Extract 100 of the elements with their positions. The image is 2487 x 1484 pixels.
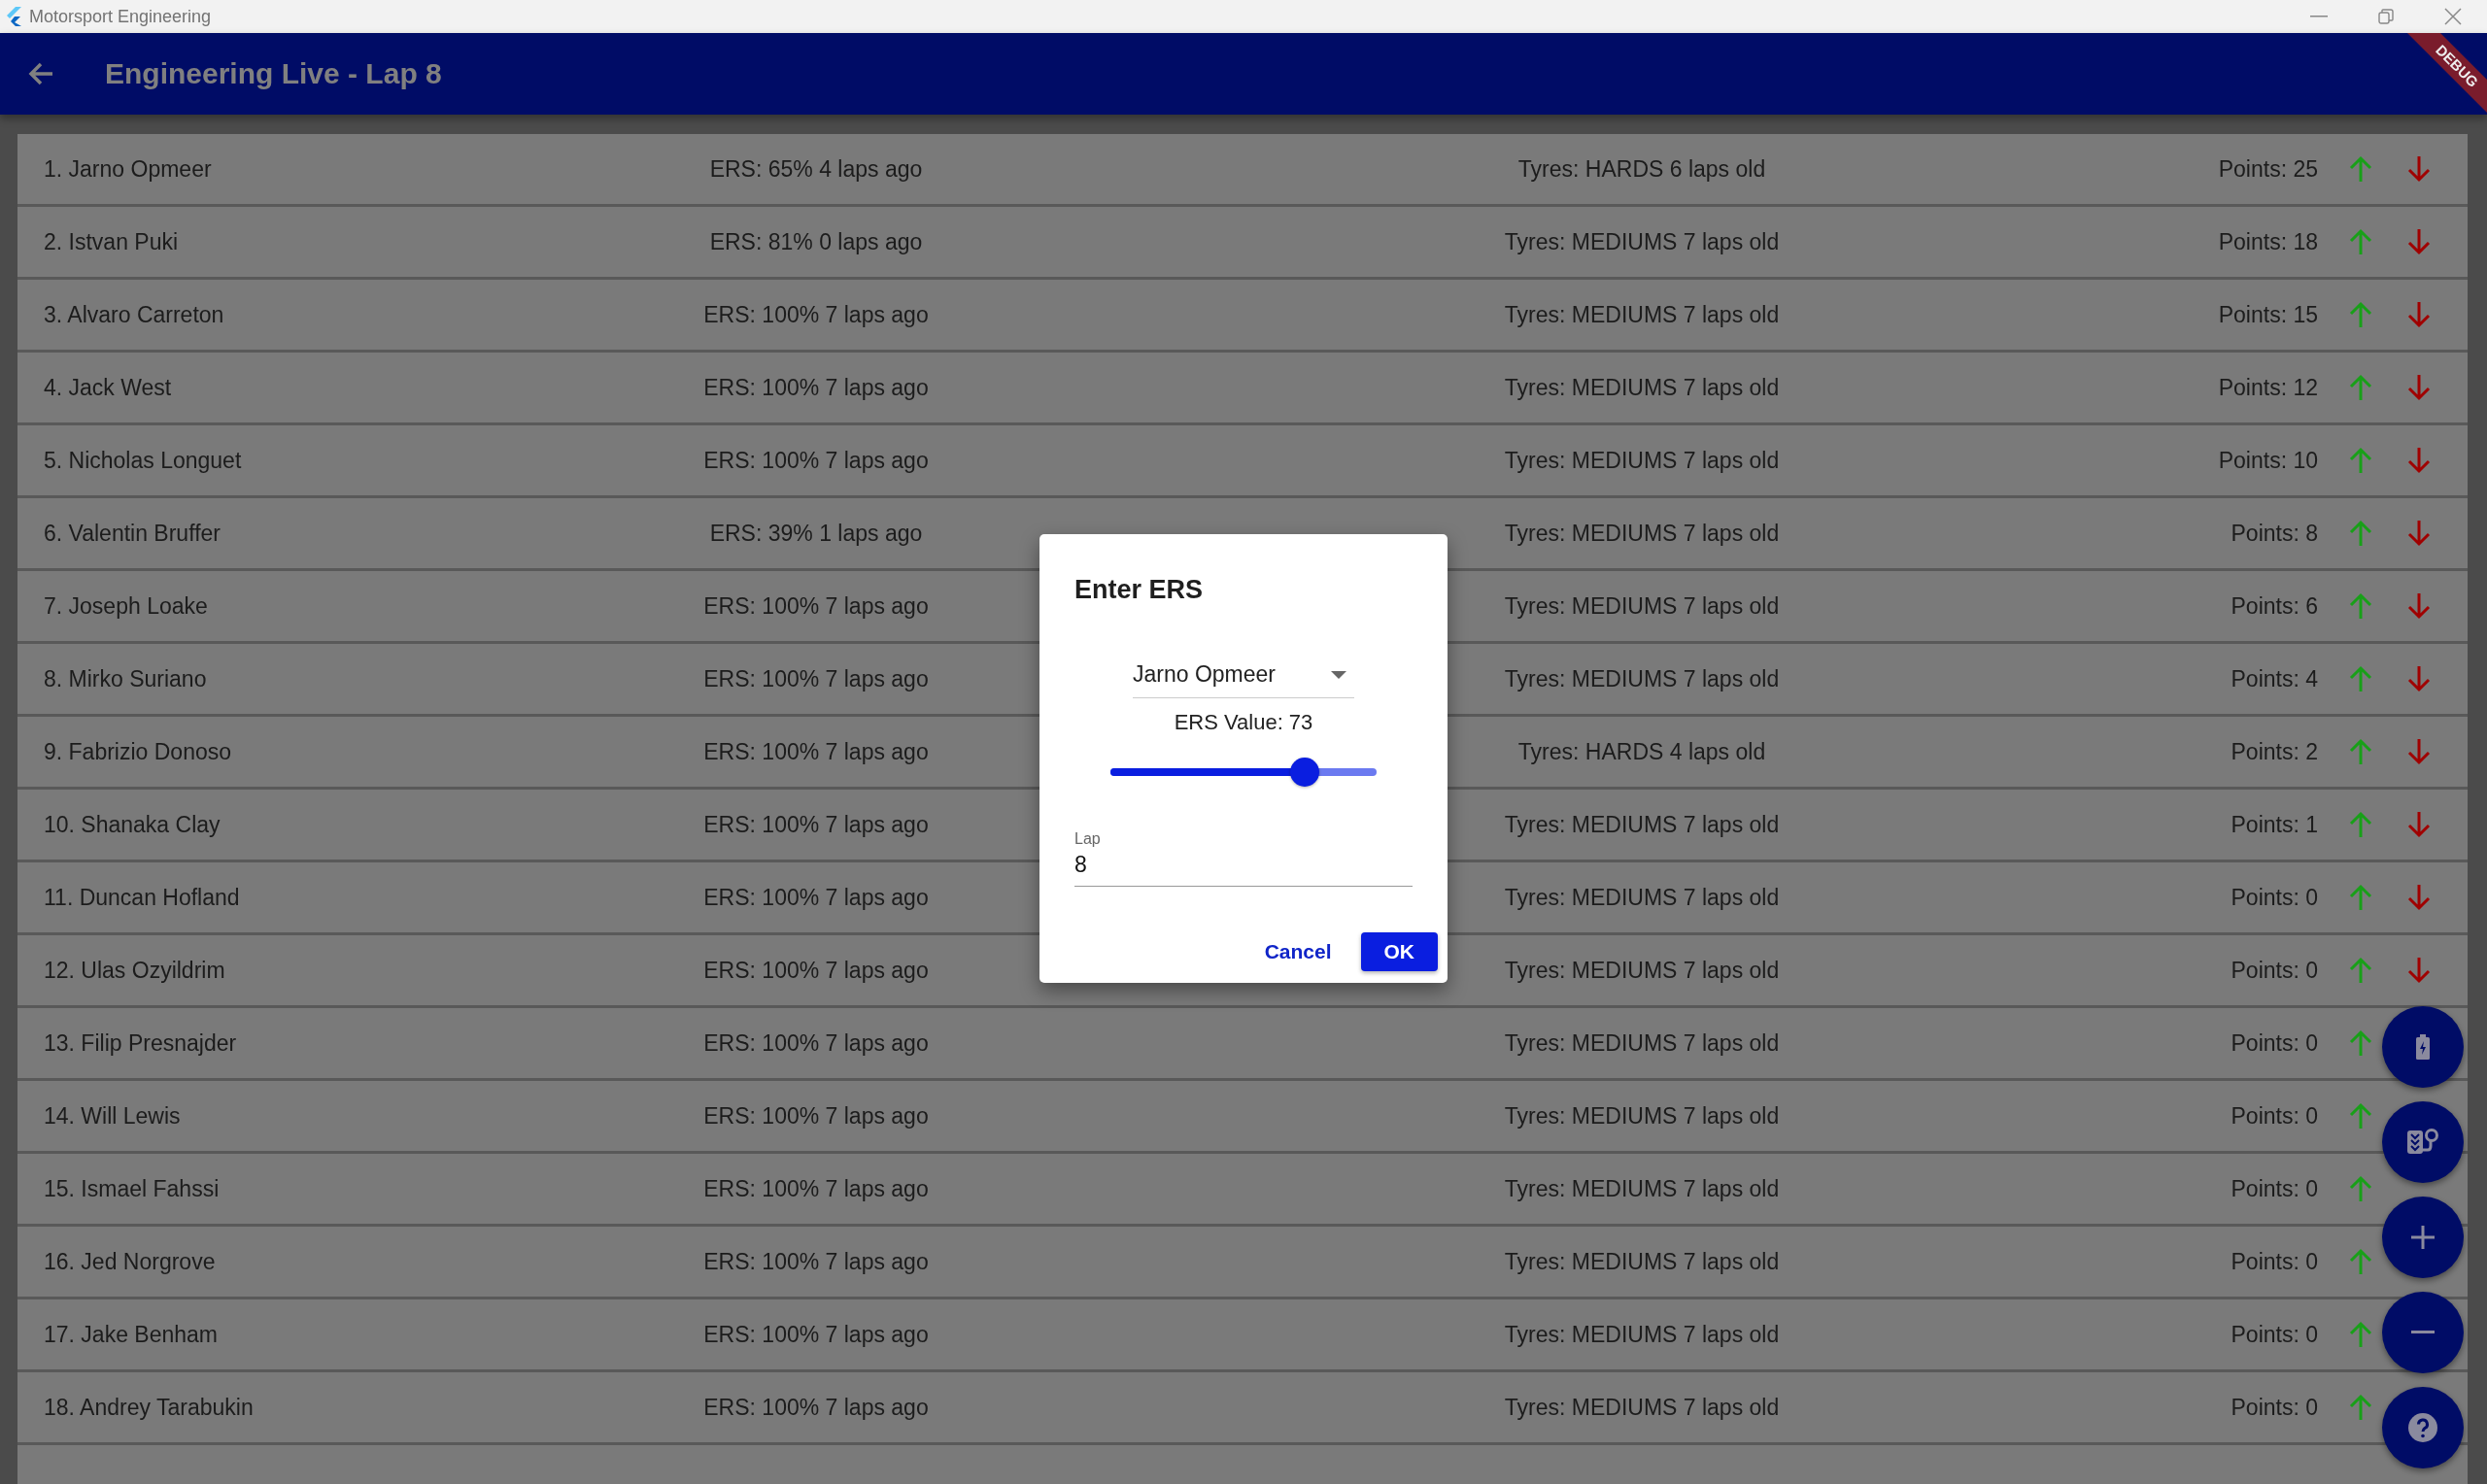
points-text: Points: 0: [2231, 1175, 2319, 1202]
cancel-button[interactable]: Cancel: [1254, 932, 1342, 971]
dropdown-caret-icon: [1331, 670, 1346, 679]
dialog-title: Enter ERS: [1074, 575, 1205, 605]
tyre-status: Tyres: MEDIUMS 7 laps old: [1504, 1175, 1780, 1202]
up-arrow-icon[interactable]: [2349, 884, 2372, 911]
up-arrow-icon[interactable]: [2349, 811, 2372, 838]
driver-name: 15. Ismael Fahssi: [44, 1175, 220, 1202]
driver-name: 5. Nicholas Longuet: [44, 447, 242, 474]
down-arrow-icon[interactable]: [2407, 301, 2431, 328]
ers-status: ERS: 100% 7 laps ago: [703, 1248, 929, 1275]
up-arrow-icon[interactable]: [2349, 957, 2372, 984]
points-text: Points: 1: [2231, 811, 2319, 838]
driver-name: 12. Ulas Ozyildrim: [44, 957, 225, 984]
points-text: Points: 18: [2218, 228, 2319, 255]
down-arrow-icon[interactable]: [2407, 665, 2431, 692]
points-text: Points: 10: [2218, 447, 2319, 474]
up-arrow-icon[interactable]: [2349, 1321, 2372, 1348]
points-text: Points: 0: [2231, 884, 2319, 911]
driver-name: 4. Jack West: [44, 374, 172, 401]
back-arrow-icon[interactable]: [28, 62, 53, 85]
down-arrow-icon[interactable]: [2407, 228, 2431, 255]
up-arrow-icon[interactable]: [2349, 1102, 2372, 1130]
down-arrow-icon[interactable]: [2407, 811, 2431, 838]
driver-name: 8. Mirko Suriano: [44, 665, 207, 692]
up-arrow-icon[interactable]: [2349, 738, 2372, 765]
points-text: Points: 8: [2231, 520, 2319, 547]
points-text: Points: 15: [2218, 301, 2319, 328]
ers-status: ERS: 39% 1 laps ago: [709, 520, 923, 547]
tyre-status: Tyres: MEDIUMS 7 laps old: [1504, 1248, 1780, 1275]
ers-status: ERS: 81% 0 laps ago: [709, 228, 923, 255]
ok-button[interactable]: OK: [1360, 932, 1438, 971]
ers-status: ERS: 100% 7 laps ago: [703, 374, 929, 401]
tyre-status: Tyres: MEDIUMS 7 laps old: [1504, 301, 1780, 328]
points-text: Points: 2: [2231, 738, 2319, 765]
close-icon[interactable]: [2444, 8, 2462, 25]
points-text: Points: 0: [2231, 1102, 2319, 1130]
driver-name: 6. Valentin Bruffer: [44, 520, 221, 547]
points-text: Points: 6: [2231, 592, 2319, 620]
up-arrow-icon[interactable]: [2349, 155, 2372, 183]
up-arrow-icon[interactable]: [2349, 228, 2372, 255]
up-arrow-icon[interactable]: [2349, 592, 2372, 620]
driver-name: 13. Filip Presnajder: [44, 1029, 237, 1057]
down-arrow-icon[interactable]: [2407, 884, 2431, 911]
slider-thumb[interactable]: [1290, 758, 1319, 787]
up-arrow-icon[interactable]: [2349, 1029, 2372, 1057]
app-logo-icon: [6, 7, 21, 26]
points-text: Points: 12: [2218, 374, 2319, 401]
tyre-status: Tyres: HARDS 4 laps old: [1517, 738, 1766, 765]
driver-dropdown[interactable]: Jarno Opmeer: [1133, 658, 1354, 698]
tyre-status: Tyres: HARDS 6 laps old: [1517, 155, 1766, 183]
ers-status: ERS: 100% 7 laps ago: [703, 592, 929, 620]
tyre-status: Tyres: MEDIUMS 7 laps old: [1504, 1029, 1780, 1057]
up-arrow-icon[interactable]: [2349, 1394, 2372, 1421]
up-arrow-icon[interactable]: [2349, 374, 2372, 401]
ers-status: ERS: 65% 4 laps ago: [709, 155, 923, 183]
ers-status: ERS: 100% 7 laps ago: [703, 811, 929, 838]
ers-status: ERS: 100% 7 laps ago: [703, 1029, 929, 1057]
page-title: Engineering Live - Lap 8: [105, 57, 442, 90]
up-arrow-icon[interactable]: [2349, 1175, 2372, 1202]
down-arrow-icon[interactable]: [2407, 520, 2431, 547]
points-text: Points: 0: [2231, 1248, 2319, 1275]
points-text: Points: 25: [2218, 155, 2319, 183]
down-arrow-icon[interactable]: [2407, 374, 2431, 401]
up-arrow-icon[interactable]: [2349, 520, 2372, 547]
up-arrow-icon[interactable]: [2349, 665, 2372, 692]
driver-name: 14. Will Lewis: [44, 1102, 181, 1130]
ers-status: ERS: 100% 7 laps ago: [703, 738, 929, 765]
down-arrow-icon[interactable]: [2407, 447, 2431, 474]
driver-name: 7. Joseph Loake: [44, 592, 208, 620]
down-arrow-icon[interactable]: [2407, 738, 2431, 765]
ers-value-label: ERS Value: 73: [1174, 710, 1313, 735]
tyre-status: Tyres: MEDIUMS 7 laps old: [1504, 1102, 1780, 1130]
ers-status: ERS: 100% 7 laps ago: [703, 957, 929, 984]
up-arrow-icon[interactable]: [2349, 301, 2372, 328]
tyre-status: Tyres: MEDIUMS 7 laps old: [1504, 447, 1780, 474]
down-arrow-icon[interactable]: [2407, 155, 2431, 183]
up-arrow-icon[interactable]: [2349, 447, 2372, 474]
points-text: Points: 0: [2231, 957, 2319, 984]
ers-status: ERS: 100% 7 laps ago: [703, 1102, 929, 1130]
driver-name: 9. Fabrizio Donoso: [44, 738, 232, 765]
driver-name: 18. Andrey Tarabukin: [44, 1394, 254, 1421]
ers-status: ERS: 100% 7 laps ago: [703, 301, 929, 328]
minimize-icon[interactable]: [2310, 16, 2328, 17]
points-text: Points: 0: [2231, 1321, 2319, 1348]
down-arrow-icon[interactable]: [2407, 592, 2431, 620]
points-text: Points: 4: [2231, 665, 2319, 692]
points-text: Points: 0: [2231, 1394, 2319, 1421]
lap-field[interactable]: Lap 8: [1074, 830, 1413, 887]
up-arrow-icon[interactable]: [2349, 1248, 2372, 1275]
tyre-status: Tyres: MEDIUMS 7 laps old: [1504, 228, 1780, 255]
help-icon: [2408, 1413, 2437, 1442]
tyre-status: Tyres: MEDIUMS 7 laps old: [1504, 957, 1780, 984]
tyre-status: Tyres: MEDIUMS 7 laps old: [1504, 665, 1780, 692]
driver-name: 3. Alvaro Carreton: [44, 301, 224, 328]
driver-name: 17. Jake Benham: [44, 1321, 218, 1348]
down-arrow-icon[interactable]: [2407, 957, 2431, 984]
ers-status: ERS: 100% 7 laps ago: [703, 1394, 929, 1421]
tyre-status: Tyres: MEDIUMS 7 laps old: [1504, 374, 1780, 401]
restore-icon[interactable]: [2378, 9, 2394, 24]
